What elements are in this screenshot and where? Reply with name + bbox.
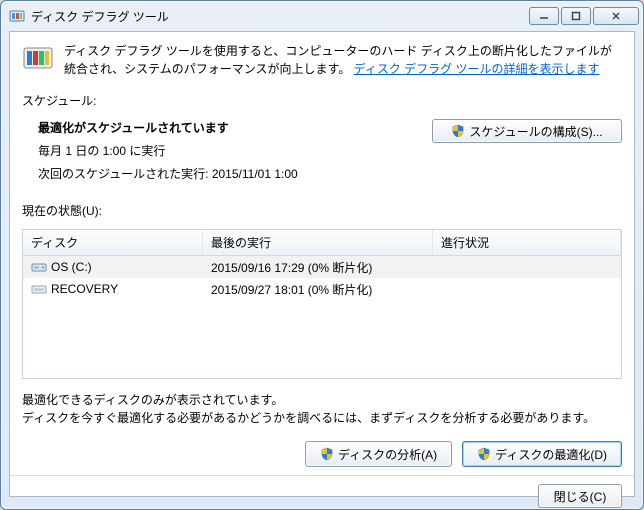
configure-schedule-button[interactable]: スケジュールの構成(S)... [432,119,622,143]
close-window-button[interactable] [593,7,639,25]
last-run-cell: 2015/09/27 18:01 (0% 断片化) [203,277,433,302]
column-header-disk[interactable]: ディスク [23,230,203,255]
analyze-label: ディスクの分析(A) [338,446,437,463]
note-line-1: 最適化できるディスクのみが表示されています。 [22,391,622,409]
schedule-next-run: 次回のスケジュールされた実行: 2015/11/01 1:00 [38,165,420,182]
optimize-button[interactable]: ディスクの最適化(D) [462,441,622,467]
app-icon [9,8,25,24]
close-label: 閉じる(C) [554,488,607,505]
progress-cell [433,285,621,293]
divider [10,475,634,476]
window-frame: ディスク デフラグ ツール [0,0,644,510]
titlebar[interactable]: ディスク デフラグ ツール [1,1,643,31]
note-text: 最適化できるディスクのみが表示されています。 ディスクを今すぐ最適化する必要があ… [22,391,622,427]
column-header-progress[interactable]: 進行状況 [433,230,621,255]
hdd-icon [31,261,47,273]
optimize-label: ディスクの最適化(D) [495,446,607,463]
action-buttons: ディスクの分析(A) ディスクの最適化(D) [22,441,622,467]
content-area: ディスク デフラグ ツールを使用すると、コンピューターのハード ディスク上の断片… [9,31,635,497]
drives-list[interactable]: ディスク 最後の実行 進行状況 OS (C:)2015/09/16 17:29 … [22,229,622,379]
schedule-status-title: 最適化がスケジュールされています [38,119,420,136]
schedule-box: 最適化がスケジュールされています 毎月 1 日の 1:00 に実行 次回のスケジ… [22,119,622,188]
minimize-button[interactable] [529,7,559,25]
table-row[interactable]: RECOVERY 2015/09/27 18:01 (0% 断片化) [23,278,621,300]
analyze-button[interactable]: ディスクの分析(A) [305,441,452,467]
note-line-2: ディスクを今すぐ最適化する必要があるかどうかを調べるには、まずディスクを分析する… [22,409,622,427]
window-controls [529,7,639,25]
schedule-frequency: 毎月 1 日の 1:00 に実行 [38,142,420,159]
shield-icon [320,447,334,461]
maximize-button[interactable] [561,7,591,25]
progress-cell [433,263,621,271]
intro-section: ディスク デフラグ ツールを使用すると、コンピューターのハード ディスク上の断片… [22,42,622,78]
configure-schedule-label: スケジュールの構成(S)... [469,123,602,140]
drive-icon [31,283,47,295]
shield-icon [451,124,465,138]
intro-text: ディスク デフラグ ツールを使用すると、コンピューターのハード ディスク上の断片… [64,42,622,78]
drive-name: OS (C:) [51,260,92,274]
status-section-label: 現在の状態(U): [22,202,622,219]
close-row: 閉じる(C) [22,484,622,508]
drive-name: RECOVERY [51,282,118,296]
details-link[interactable]: ディスク デフラグ ツールの詳細を表示します [354,62,600,76]
schedule-section-label: スケジュール: [22,92,622,109]
defrag-icon [22,42,54,74]
window-title: ディスク デフラグ ツール [31,8,529,25]
table-row[interactable]: OS (C:)2015/09/16 17:29 (0% 断片化) [23,256,621,278]
shield-icon [477,447,491,461]
close-button[interactable]: 閉じる(C) [538,484,622,508]
column-header-last-run[interactable]: 最後の実行 [203,230,433,255]
drive-cell: OS (C:) [23,256,203,278]
drive-cell: RECOVERY [23,278,203,300]
drives-header: ディスク 最後の実行 進行状況 [23,230,621,256]
